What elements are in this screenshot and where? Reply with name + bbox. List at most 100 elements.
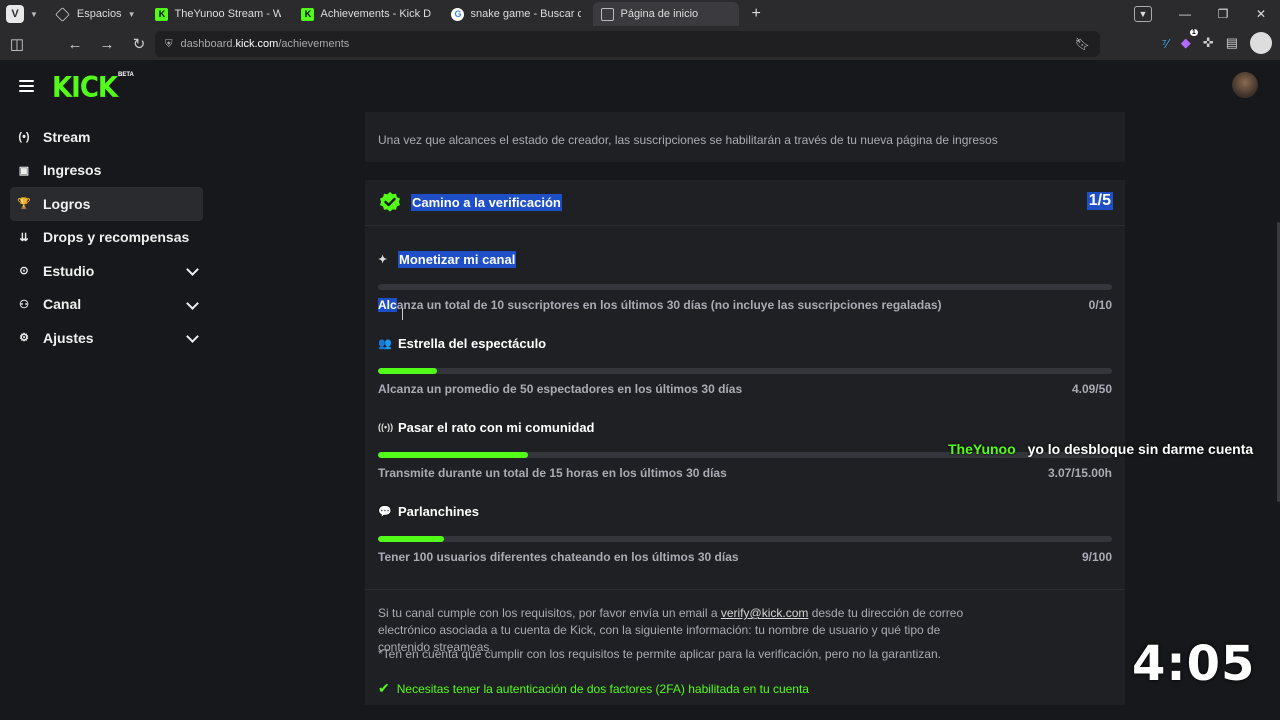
- sidebar-item-estudio[interactable]: ⊙ Estudio: [10, 254, 203, 288]
- 2fa-requirement-text: Necesitas tener la autenticación de dos …: [396, 681, 809, 696]
- subscriptions-note-card: Una vez que alcances el estado de creado…: [365, 112, 1125, 162]
- window-controls: ▼ — ❐ ✕: [1134, 0, 1280, 28]
- browser-tab-active[interactable]: Página de inicio: [593, 2, 740, 26]
- url-path: /achievements: [278, 38, 350, 50]
- studio-icon: ⊙: [19, 265, 29, 278]
- achievement-value: 0/10: [1088, 298, 1112, 312]
- verification-title: Camino a la verificación: [411, 194, 562, 211]
- tab-title: TheYunoo Stream - Watch: [174, 8, 282, 20]
- sidebar-item-canal[interactable]: ⚇ Canal: [10, 288, 203, 322]
- verify-email-link[interactable]: verify@kick.com: [721, 606, 809, 620]
- verification-count: 1/5: [1086, 192, 1113, 210]
- browser-tab[interactable]: G snake game - Buscar con G: [443, 2, 589, 26]
- achievement-title: Estrella del espectáculo: [398, 335, 547, 351]
- tab-list-dropdown-icon[interactable]: ▼: [1134, 6, 1152, 22]
- progress-fill: [378, 452, 529, 458]
- achievement-item: 👥 Estrella del espectáculo Alcanza un pr…: [378, 334, 1112, 396]
- achievement-description: Alcanza un promedio de 50 espectadores e…: [378, 382, 743, 396]
- sidebar-item-label: Ajustes: [43, 329, 94, 346]
- profile-avatar[interactable]: [1250, 32, 1272, 54]
- beta-badge: BETA: [118, 72, 134, 78]
- grid-favicon-icon: [601, 7, 615, 21]
- trophy-icon: 🏆: [17, 198, 31, 211]
- puzzle-icon[interactable]: ✜: [1203, 35, 1214, 51]
- maximize-icon[interactable]: ❐: [1204, 7, 1242, 21]
- workspaces-label: Espacios: [76, 8, 122, 20]
- text-cursor: [402, 308, 408, 320]
- reload-icon[interactable]: ↻: [130, 35, 148, 53]
- subscriptions-note-text: Una vez que alcances el estado de creado…: [378, 133, 998, 147]
- vivaldi-menu-button[interactable]: V: [6, 5, 24, 23]
- dashboard-sidebar: (•) Stream ▣ Ingresos 🏆 Logros ⇊ Drops y…: [10, 120, 203, 355]
- chevron-down-icon: ▼: [127, 9, 136, 19]
- extension-icon[interactable]: ⁷⁄: [1162, 36, 1169, 51]
- broadcast-icon: ((•)): [378, 422, 394, 432]
- workspaces-button[interactable]: Espacios ▼: [55, 6, 136, 22]
- browser-tab-bar: V ▼ Espacios ▼ K TheYunoo Stream - Watch…: [0, 0, 1280, 28]
- extension-icon[interactable]: ◆ 1: [1181, 29, 1198, 51]
- sidebar-item-label: Ingresos: [43, 162, 102, 179]
- browser-address-bar: ◫ ← → ↻ ⛨ dashboard. kick.com/achievement…: [0, 28, 1280, 60]
- url-field[interactable]: ⛨ dashboard. kick.com/achievements 🔖︎: [155, 31, 1100, 57]
- url-prefix: dashboard.: [180, 38, 236, 50]
- kick-header: KICK BETA: [0, 60, 1280, 112]
- extension-badge: 1: [1189, 29, 1198, 36]
- 2fa-requirement: ✔ Necesitas tener la autenticación de do…: [378, 680, 809, 697]
- achievement-title: Parlanchines: [398, 503, 479, 519]
- minimize-icon[interactable]: —: [1166, 7, 1204, 21]
- new-tab-button[interactable]: +: [751, 5, 760, 23]
- kick-logo[interactable]: KICK: [52, 72, 118, 105]
- chat-username: TheYunoo: [948, 441, 1016, 457]
- kick-favicon-icon: K: [301, 7, 315, 21]
- sparkle-icon: ✦: [378, 253, 388, 266]
- checkmark-icon: ✔: [378, 680, 390, 696]
- sidebar-item-ajustes[interactable]: ⚙ Ajustes: [10, 321, 203, 355]
- site-settings-icon[interactable]: ⛨: [165, 39, 173, 50]
- drops-icon: ⇊: [19, 231, 29, 244]
- achievement-description: Tener 100 usuarios diferentes chateando …: [378, 550, 739, 564]
- users-icon: 👥: [378, 337, 392, 350]
- achievement-title: Pasar el rato con mi comunidad: [398, 419, 595, 435]
- wallet-icon[interactable]: ▤: [1226, 35, 1238, 51]
- progress-fill: [378, 368, 437, 374]
- achievement-progress-bar: [378, 284, 1112, 290]
- footer-disclaimer: *Ten en cuenta que cumplir con los requi…: [378, 647, 941, 661]
- chevron-down-icon: [186, 263, 199, 276]
- achievement-title: Monetizar mi canal: [398, 250, 517, 268]
- broadcast-icon: (•): [18, 130, 30, 143]
- footer-text: Si tu canal cumple con los requisitos, p…: [378, 606, 721, 620]
- bookmark-icon[interactable]: 🔖︎: [1075, 37, 1090, 51]
- chevron-down-icon[interactable]: ▼: [30, 10, 38, 19]
- achievement-value: 9/100: [1081, 550, 1112, 564]
- workspaces-icon: [55, 6, 70, 22]
- sidebar-item-ingresos[interactable]: ▣ Ingresos: [10, 154, 203, 188]
- achievement-item: 💬 Parlanchines Tener 100 usuarios difere…: [378, 502, 1112, 564]
- browser-tab[interactable]: K Achievements - Kick Dashb: [293, 2, 439, 26]
- channel-icon: ⚇: [19, 298, 29, 311]
- kick-favicon-icon: K: [155, 7, 169, 21]
- sidebar-item-drops[interactable]: ⇊ Drops y recompensas: [10, 221, 203, 255]
- achievement-description-rest: anza un total de 10 suscriptores en los …: [396, 298, 942, 312]
- sidebar-item-label: Canal: [43, 296, 82, 313]
- achievement-value: 4.09/50: [1071, 382, 1112, 396]
- sidebar-item-label: Stream: [43, 128, 91, 145]
- chat-bubble-icon: 💬: [378, 505, 392, 518]
- browser-tab[interactable]: K TheYunoo Stream - Watch: [147, 2, 289, 26]
- achievement-item: ✦ Monetizar mi canal Alcanza un total de…: [378, 250, 1112, 312]
- sidebar-item-stream[interactable]: (•) Stream: [10, 120, 203, 154]
- progress-fill: [378, 536, 445, 542]
- panel-toggle-icon[interactable]: ◫: [8, 35, 26, 53]
- back-icon[interactable]: ←: [66, 36, 84, 53]
- forward-icon[interactable]: →: [98, 36, 116, 53]
- menu-icon[interactable]: [19, 80, 34, 92]
- achievement-progress-bar: [378, 536, 1112, 542]
- sidebar-item-logros[interactable]: 🏆 Logros: [10, 187, 203, 221]
- chevron-down-icon: [186, 296, 199, 310]
- close-icon[interactable]: ✕: [1242, 7, 1280, 21]
- gear-icon: ⚙: [19, 332, 29, 345]
- verified-badge-icon: [380, 192, 400, 212]
- achievement-value: 3.07/15.00h: [1047, 466, 1112, 480]
- selected-text: Alc: [378, 298, 397, 312]
- user-avatar[interactable]: [1232, 72, 1258, 98]
- stream-chat-overlay: TheYunoo yo lo desbloque sin darme cuent…: [948, 441, 1253, 457]
